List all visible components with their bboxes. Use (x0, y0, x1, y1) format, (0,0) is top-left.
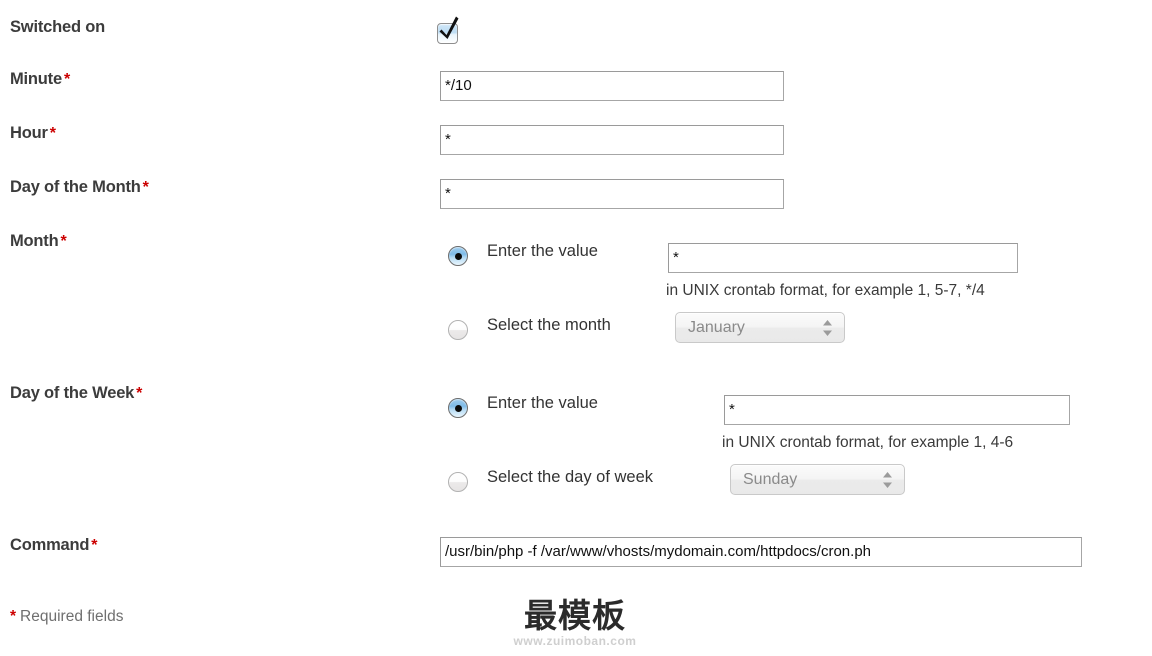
day-of-week-value-input[interactable]: * (724, 395, 1070, 425)
command-input[interactable]: /usr/bin/php -f /var/www/vhosts/mydomain… (440, 537, 1082, 567)
month-select[interactable]: January (675, 312, 845, 343)
month-enter-value-radio[interactable] (448, 246, 468, 266)
minute-input[interactable]: */10 (440, 71, 784, 101)
day-of-week-enter-value-radio[interactable] (448, 398, 468, 418)
chevron-updown-icon (823, 319, 832, 336)
switched-on-checkbox[interactable] (437, 16, 459, 44)
required-asterisk: * (142, 179, 149, 196)
day-of-month-input[interactable]: * (440, 179, 784, 209)
label-day-of-month: Day of the Month * (10, 178, 149, 197)
day-of-week-select[interactable]: Sunday (730, 464, 905, 495)
label-command: Command * (10, 536, 98, 555)
label-day-of-week: Day of the Week * (10, 384, 142, 403)
month-enter-value-label[interactable]: Enter the value (487, 242, 598, 261)
check-icon (439, 16, 459, 39)
month-select-radio[interactable] (448, 320, 468, 340)
day-of-week-select-radio[interactable] (448, 472, 468, 492)
label-minute: Minute * (10, 70, 70, 89)
required-asterisk: * (136, 385, 143, 402)
day-of-week-hint: in UNIX crontab format, for example 1, 4… (722, 434, 1014, 451)
label-month-text: Month (10, 232, 59, 250)
watermark: 最模板 www.zuimoban.com (480, 596, 670, 649)
required-asterisk: * (63, 71, 70, 88)
month-value-input[interactable]: * (668, 243, 1018, 273)
label-hour: Hour * (10, 124, 56, 143)
required-fields-note: * Required fields (10, 608, 123, 626)
chevron-updown-icon (883, 471, 892, 488)
watermark-url: www.zuimoban.com (513, 634, 637, 648)
day-of-week-select-value: Sunday (743, 471, 798, 488)
month-hint: in UNIX crontab format, for example 1, 5… (666, 282, 985, 299)
month-select-label[interactable]: Select the month (487, 316, 611, 335)
required-asterisk: * (60, 233, 67, 250)
hour-input[interactable]: * (440, 125, 784, 155)
label-month: Month * (10, 232, 67, 251)
required-asterisk: * (91, 537, 98, 554)
required-asterisk: * (49, 125, 56, 142)
label-minute-text: Minute (10, 70, 62, 88)
month-select-value: January (688, 319, 745, 336)
watermark-title: 最模板 (524, 596, 626, 635)
label-command-text: Command (10, 536, 90, 554)
label-switched-on-text: Switched on (10, 18, 105, 36)
label-day-of-week-text: Day of the Week (10, 384, 135, 402)
label-day-of-month-text: Day of the Month (10, 178, 141, 196)
required-asterisk: * (10, 608, 17, 625)
label-switched-on: Switched on (10, 18, 105, 37)
day-of-week-enter-value-label[interactable]: Enter the value (487, 394, 598, 413)
required-fields-text: Required fields (20, 608, 124, 625)
day-of-week-select-label[interactable]: Select the day of week (487, 468, 653, 487)
label-hour-text: Hour (10, 124, 48, 142)
